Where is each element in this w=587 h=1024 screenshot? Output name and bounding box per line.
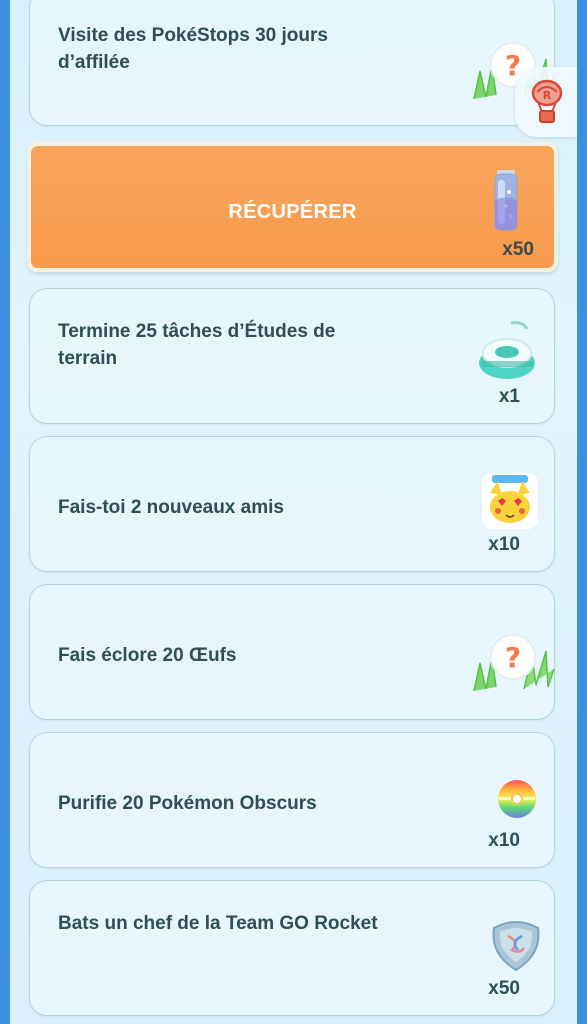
reward-quantity: x10: [488, 534, 520, 555]
quest-card-purify[interactable]: Purifie 20 Pokémon Obscurs x10: [29, 732, 555, 868]
quest-label: Bats un chef de la Team GO Rocket: [58, 913, 378, 934]
quest-label: Visite des PokéStops 30 jours d’affilée: [58, 25, 328, 73]
quest-card-hatch-eggs[interactable]: Fais éclore 20 Œufs ?: [29, 584, 555, 720]
pikachu-sticker-icon: [482, 473, 538, 529]
svg-text:R: R: [543, 89, 552, 102]
rainbow-ball-icon: [498, 780, 536, 818]
mystery-reward-icon: ?: [473, 634, 555, 692]
quest-label: Termine 25 tâches d’Études de terrain: [58, 321, 336, 369]
claim-reward-card[interactable]: RÉCUPÉRER x50: [27, 142, 558, 272]
svg-text:?: ?: [505, 641, 521, 674]
quest-card-new-friends[interactable]: Fais-toi 2 nouveaux amis x10: [29, 436, 555, 572]
quest-list-screen: Visite des PokéStops 30 jours d’affilée …: [10, 0, 577, 1024]
quest-label: Purifie 20 Pokémon Obscurs: [58, 793, 317, 814]
reward-quantity: x50: [502, 239, 534, 260]
claim-button-label: RÉCUPÉRER: [228, 201, 357, 223]
incense-icon: [479, 321, 535, 379]
reward-quantity: x50: [488, 978, 520, 999]
team-rocket-side-tab[interactable]: R: [515, 67, 577, 137]
reward-quantity: x10: [488, 830, 520, 851]
quest-card-rocket-leader[interactable]: Bats un chef de la Team GO Rocket x50: [29, 880, 555, 1016]
quest-label: Fais éclore 20 Œufs: [58, 645, 237, 666]
team-rocket-balloon-icon: R: [531, 79, 563, 123]
quest-label: Fais-toi 2 nouveaux amis: [58, 497, 284, 518]
stardust-icon: [494, 170, 518, 231]
tm-icon: [492, 921, 540, 972]
claim-button[interactable]: RÉCUPÉRER x50: [30, 145, 555, 269]
reward-quantity: x1: [498, 386, 520, 407]
quest-card-pokestops[interactable]: Visite des PokéStops 30 jours d’affilée …: [29, 0, 555, 126]
quest-card-field-research[interactable]: Termine 25 tâches d’Études de terrain x1: [29, 288, 555, 424]
